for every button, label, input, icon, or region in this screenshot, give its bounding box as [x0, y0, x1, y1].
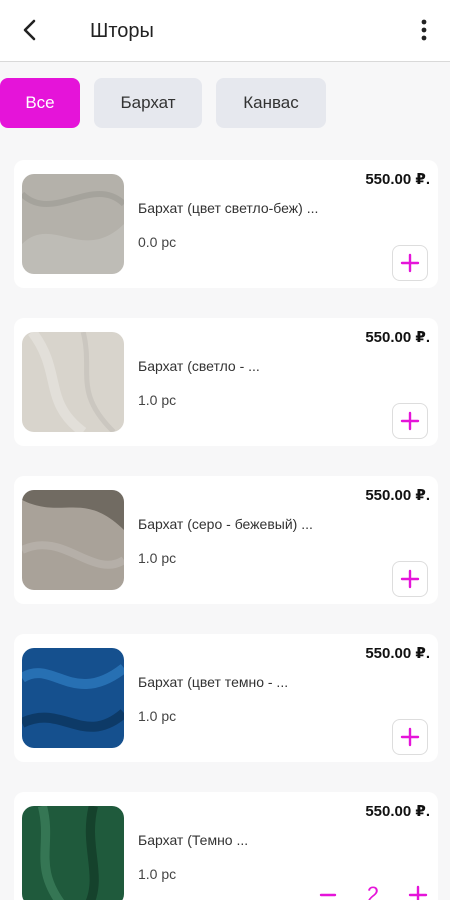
- product-price: 550.00 ₽.: [365, 803, 430, 820]
- product-image: [22, 490, 124, 590]
- product-quantity: 1.0 pc: [138, 392, 177, 408]
- product-image: [22, 332, 124, 432]
- page-title: Шторы: [90, 20, 154, 42]
- product-card[interactable]: 550.00 ₽. Бархат (цвет темно - ... 1.0 p…: [14, 634, 438, 762]
- category-filter-chips: Все Бархат Канвас: [0, 78, 450, 130]
- product-quantity: 0.0 pc: [138, 234, 177, 250]
- app-bar: Шторы: [0, 0, 450, 62]
- plus-icon: [400, 253, 420, 273]
- product-name: Бархат (светло - ...: [138, 358, 260, 374]
- arrow-left-icon: [23, 19, 36, 41]
- product-quantity: 1.0 pc: [138, 550, 177, 566]
- product-image: [22, 806, 124, 900]
- product-image: [22, 174, 124, 274]
- plus-icon[interactable]: [408, 885, 428, 900]
- add-to-cart-button[interactable]: [392, 403, 428, 439]
- product-price: 550.00 ₽.: [365, 645, 430, 662]
- minus-icon[interactable]: [318, 885, 338, 900]
- more-vertical-icon: [421, 19, 427, 41]
- filter-chip-kanvas[interactable]: Канвас: [216, 78, 326, 128]
- more-menu-button[interactable]: [412, 12, 436, 48]
- product-card[interactable]: 550.00 ₽. Бархат (светло - ... 1.0 pc: [14, 318, 438, 446]
- product-name: Бархат (Темно ...: [138, 832, 249, 848]
- cart-quantity-stepper: 2: [318, 878, 428, 900]
- add-to-cart-button[interactable]: [392, 719, 428, 755]
- product-price: 550.00 ₽.: [365, 487, 430, 504]
- product-name: Бархат (серо - бежевый) ...: [138, 516, 313, 532]
- add-to-cart-button[interactable]: [392, 561, 428, 597]
- product-price: 550.00 ₽.: [365, 329, 430, 346]
- back-button[interactable]: [12, 12, 48, 48]
- product-image: [22, 648, 124, 748]
- product-name: Бархат (цвет светло-беж) ...: [138, 200, 319, 216]
- filter-chip-all[interactable]: Все: [0, 78, 80, 128]
- product-name: Бархат (цвет темно - ...: [138, 674, 289, 690]
- product-card[interactable]: 550.00 ₽. Бархат (Темно ... 1.0 pc 2: [14, 792, 438, 900]
- add-to-cart-button[interactable]: [392, 245, 428, 281]
- plus-icon: [400, 727, 420, 747]
- cart-count: 2: [366, 882, 380, 900]
- product-card[interactable]: 550.00 ₽. Бархат (серо - бежевый) ... 1.…: [14, 476, 438, 604]
- plus-icon: [400, 569, 420, 589]
- product-price: 550.00 ₽.: [365, 171, 430, 188]
- product-quantity: 1.0 pc: [138, 708, 177, 724]
- plus-icon: [400, 411, 420, 431]
- product-card[interactable]: 550.00 ₽. Бархат (цвет светло-беж) ... 0…: [14, 160, 438, 288]
- filter-chip-barkhat[interactable]: Бархат: [94, 78, 202, 128]
- product-quantity: 1.0 pc: [138, 866, 177, 882]
